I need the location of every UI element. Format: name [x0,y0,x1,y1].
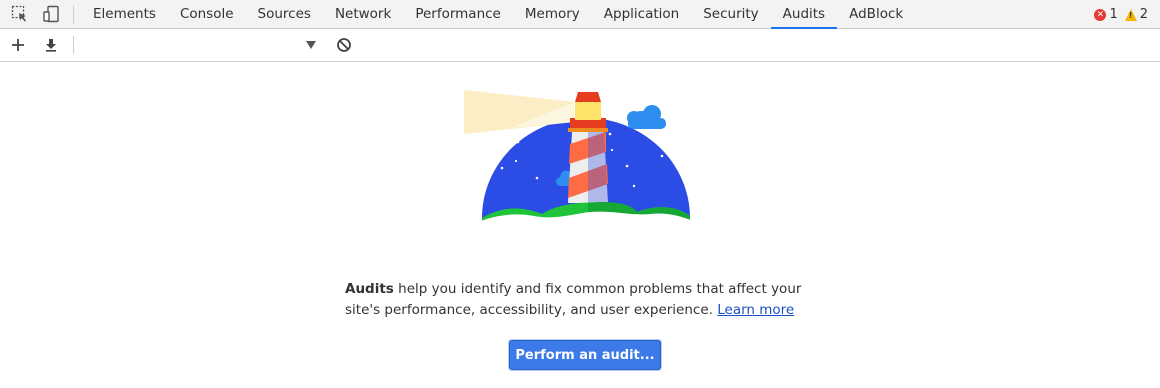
clear-icon[interactable] [335,36,353,54]
warning-icon: ! [1124,8,1137,21]
tab-application[interactable]: Application [592,0,691,29]
plus-icon[interactable] [9,36,27,54]
perform-audit-button[interactable]: Perform an audit... [509,340,661,370]
tab-performance[interactable]: Performance [403,0,513,29]
tab-console[interactable]: Console [168,0,246,29]
devtools-tab-bar: Elements Console Sources Network Perform… [0,0,1160,29]
tab-memory[interactable]: Memory [513,0,592,29]
device-toolbar-icon[interactable] [40,4,62,24]
panel-tabs: Elements Console Sources Network Perform… [81,0,915,29]
tab-adblock[interactable]: AdBlock [837,0,915,29]
audits-description: Audits help you identify and fix common … [345,279,825,321]
chevron-down-icon [306,41,316,49]
tab-security[interactable]: Security [691,0,770,29]
issue-counters[interactable]: ✕ 1 ! 2 [1094,0,1148,29]
toolbar-divider [73,36,74,54]
tab-sources[interactable]: Sources [246,0,323,29]
tab-audits[interactable]: Audits [770,0,838,29]
tab-elements[interactable]: Elements [81,0,168,29]
tab-network[interactable]: Network [323,0,403,29]
warning-count: 2 [1139,7,1148,22]
report-select[interactable] [78,34,318,56]
tab-bar-divider [73,5,74,24]
inspect-element-icon[interactable] [9,4,31,24]
learn-more-link[interactable]: Learn more [717,302,794,318]
download-icon[interactable] [42,36,60,54]
error-count: 1 [1109,7,1118,22]
audits-toolbar [0,29,1160,62]
description-bold: Audits [345,281,394,297]
lighthouse-logo [462,88,698,223]
error-icon: ✕ [1094,8,1107,21]
